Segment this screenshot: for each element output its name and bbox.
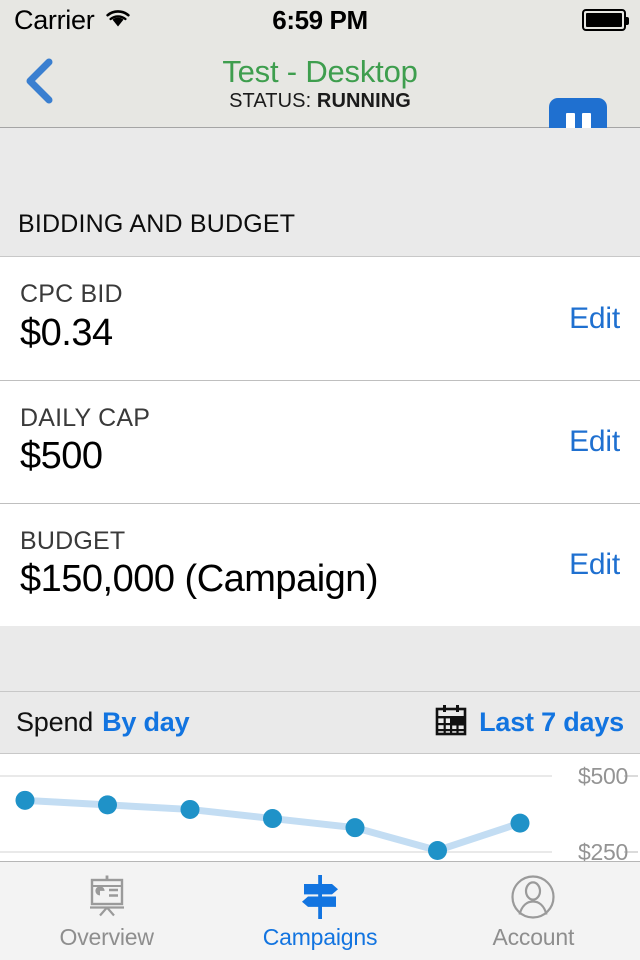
edit-button-cpc-bid[interactable]: Edit (555, 302, 620, 336)
nav-bar: Test - Desktop STATUS: RUNNING (0, 40, 640, 156)
wifi-icon (103, 7, 133, 34)
status-value: RUNNING (316, 89, 411, 112)
chart-date-range-button[interactable]: Last 7 days (434, 704, 624, 741)
chart-ytick-label-bottom: $250 (578, 839, 628, 862)
carrier-label: Carrier (14, 4, 95, 35)
chart-point[interactable] (15, 790, 35, 810)
tab-label-account: Account (492, 923, 575, 950)
chart-range-label: Last 7 days (479, 707, 624, 737)
list-item-daily-cap[interactable]: DAILY CAP $500 Edit (0, 380, 640, 503)
back-button[interactable] (0, 40, 80, 128)
chart-point[interactable] (345, 818, 365, 838)
battery-full-icon (582, 9, 629, 31)
chart-metric-selector[interactable]: Spend By day (16, 707, 190, 738)
chart-point[interactable] (428, 840, 447, 860)
chart-grouping-button[interactable]: By day (102, 707, 190, 738)
row-value: $150,000 (Campaign) (20, 558, 379, 601)
list-item-budget[interactable]: BUDGET $150,000 (Campaign) Edit (0, 503, 640, 626)
presentation-chart-icon (83, 874, 131, 920)
calendar-icon (434, 704, 468, 741)
chart-metric-label: Spend (16, 707, 94, 737)
row-label: DAILY CAP (20, 403, 151, 432)
tab-bar: Overview Campaigns Account (0, 861, 640, 960)
row-texts: BUDGET $150,000 (Campaign) (20, 526, 555, 602)
row-label: BUDGET (20, 526, 126, 555)
tab-account[interactable]: Account (427, 862, 640, 960)
chart-point[interactable] (510, 813, 530, 833)
chart-ytick-label-top: $500 (578, 763, 628, 789)
spend-chart[interactable]: $500 $250 (0, 754, 640, 861)
person-circle-icon (510, 874, 556, 920)
edit-button-budget[interactable]: Edit (555, 548, 620, 582)
chart-point[interactable] (263, 809, 282, 829)
edit-button-daily-cap[interactable]: Edit (555, 425, 620, 459)
tab-label-campaigns: Campaigns (262, 923, 378, 950)
chart-point[interactable] (98, 795, 117, 815)
tab-overview[interactable]: Overview (0, 862, 213, 960)
status-badge: STATUS: RUNNING (229, 89, 411, 112)
row-label: CPC BID (20, 280, 123, 309)
status-bar-right (582, 9, 629, 31)
row-texts: CPC BID $0.34 (20, 281, 555, 355)
status-prefix: STATUS: (229, 89, 317, 112)
row-texts: DAILY CAP $500 (20, 403, 555, 479)
tab-campaigns[interactable]: Campaigns (213, 862, 426, 960)
top-spacer (0, 128, 640, 192)
chart-header: Spend By day Last 7 days (0, 691, 640, 754)
list-item-cpc-bid[interactable]: CPC BID $0.34 Edit (0, 257, 640, 380)
row-value: $500 (20, 435, 103, 478)
tab-label-overview: Overview (59, 923, 154, 950)
main-content: BIDDING AND BUDGET CPC BID $0.34 Edit DA… (0, 128, 640, 861)
row-value: $0.34 (20, 311, 113, 354)
section-spacer (0, 626, 640, 691)
signpost-icon (294, 874, 346, 920)
chevron-left-icon (23, 56, 57, 111)
page-title: Test - Desktop (222, 54, 418, 90)
bidding-and-budget-list: CPC BID $0.34 Edit DAILY CAP $500 Edit B… (0, 257, 640, 626)
section-header-label: BIDDING AND BUDGET (18, 209, 296, 238)
chart-point[interactable] (180, 799, 200, 819)
section-header-bidding-and-budget: BIDDING AND BUDGET (0, 192, 640, 257)
spend-chart-canvas (0, 775, 638, 860)
status-bar: Carrier 6:59 PM (0, 0, 640, 40)
nav-title-block: Test - Desktop STATUS: RUNNING (110, 40, 530, 128)
status-bar-left: Carrier (14, 4, 133, 35)
app-screen: Carrier 6:59 PM Test - Desktop STATUS: R… (0, 0, 640, 960)
